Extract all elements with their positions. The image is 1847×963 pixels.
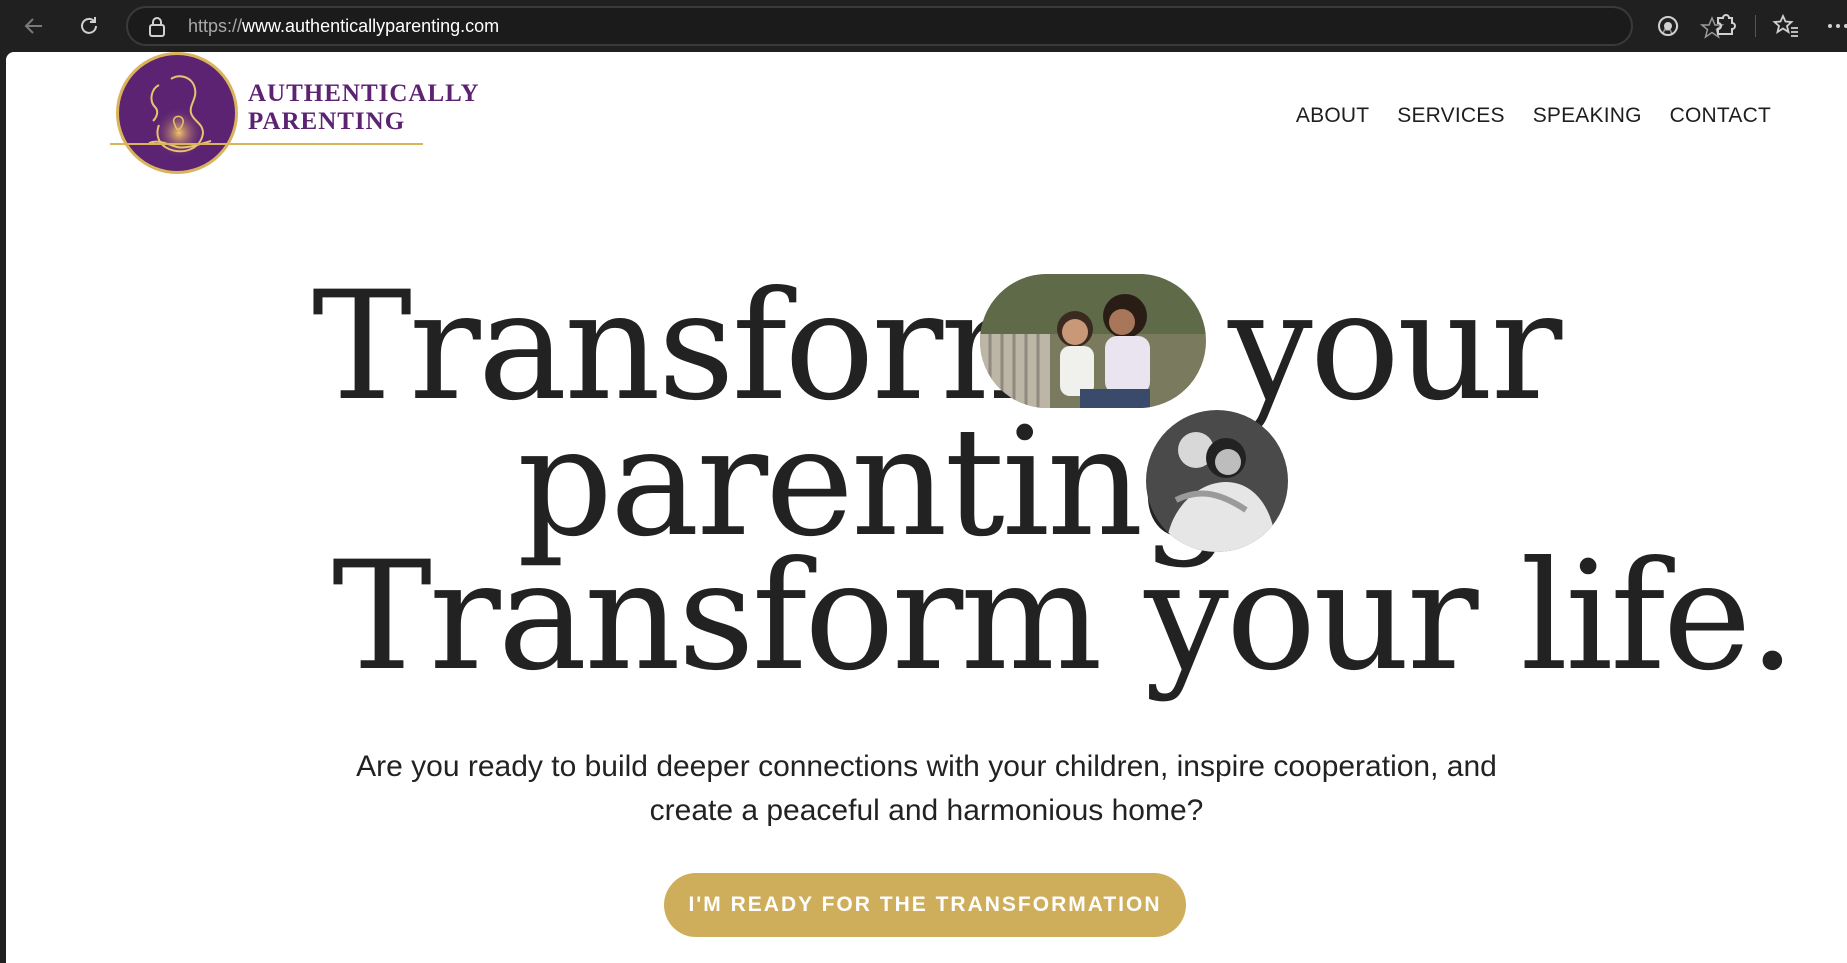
- nav-contact[interactable]: CONTACT: [1670, 104, 1771, 128]
- toolbar-separator: [1755, 15, 1756, 37]
- nav-about[interactable]: ABOUT: [1296, 104, 1369, 128]
- brand-name-line2: PARENTING: [248, 108, 406, 135]
- main-nav: ABOUT SERVICES SPEAKING CONTACT: [1296, 104, 1771, 128]
- address-bar[interactable]: https://www.authenticallyparenting.com A: [126, 6, 1725, 46]
- subheading-line2: create a peaceful and harmonious home?: [649, 794, 1204, 827]
- url-text[interactable]: https://www.authenticallyparenting.com: [188, 16, 499, 37]
- browser-chrome: https://www.authenticallyparenting.com A: [0, 0, 1847, 52]
- hero-photo-mother-daughter-bench: [980, 274, 1206, 408]
- extensions-icon[interactable]: [1710, 12, 1738, 40]
- refresh-icon[interactable]: [71, 8, 107, 44]
- favorites-icon[interactable]: [1772, 12, 1800, 40]
- transformation-cta-button[interactable]: I'M READY FOR THE TRANSFORMATION: [664, 873, 1186, 937]
- nav-services[interactable]: SERVICES: [1397, 104, 1504, 128]
- tracking-prevention-icon[interactable]: [1654, 12, 1682, 40]
- subheading-line1: Are you ready to build deeper connection…: [356, 750, 1497, 783]
- brand-logo[interactable]: AUTHENTICALLY PARENTING: [110, 52, 479, 177]
- nav-speaking[interactable]: SPEAKING: [1533, 104, 1642, 128]
- logo-underline: [110, 143, 423, 145]
- brand-name: AUTHENTICALLY PARENTING: [248, 80, 480, 136]
- brand-name-line1: AUTHENTICALLY: [248, 80, 480, 107]
- hero-subheading: Are you ready to build deeper connection…: [6, 745, 1847, 833]
- logo-emblem: [116, 52, 238, 174]
- headline-line-transform-your-life: Transform your life.: [332, 530, 1796, 704]
- back-arrow-icon[interactable]: [16, 8, 52, 44]
- headline-word-your: your: [1228, 260, 1562, 434]
- web-page: AUTHENTICALLY PARENTING ABOUT SERVICES S…: [6, 52, 1847, 963]
- lock-icon[interactable]: [148, 17, 168, 37]
- hero-photo-mother-son-bw: [1146, 410, 1288, 552]
- more-menu-icon[interactable]: [1826, 12, 1847, 40]
